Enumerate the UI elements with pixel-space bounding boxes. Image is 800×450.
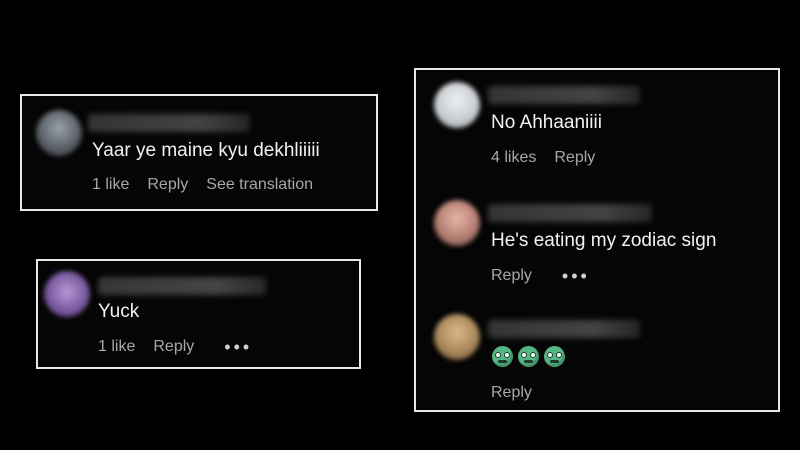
comment-card-1: Yaar ye maine kyu dekhliiiii 1 like Repl… — [20, 94, 378, 211]
comment-actions: Reply — [491, 384, 550, 402]
comment-actions: 1 like Reply See translation — [92, 176, 331, 194]
like-count[interactable]: 1 like — [92, 176, 129, 194]
avatar[interactable] — [36, 110, 82, 156]
comment-text: He's eating my zodiac sign — [491, 230, 717, 251]
comment-actions: 4 likes Reply — [491, 149, 613, 167]
reply-button[interactable]: Reply — [153, 338, 194, 356]
comment-card-3: No Ahhaaniiii 4 likes Reply He's eating … — [414, 68, 780, 412]
comment-text: Yuck — [98, 301, 140, 322]
avatar[interactable] — [44, 271, 90, 317]
comment-text: No Ahhaaniiii — [491, 112, 602, 133]
comment-text: Yaar ye maine kyu dekhliiiii — [92, 140, 320, 161]
comment-actions: 1 like Reply ••• — [98, 338, 252, 356]
avatar[interactable] — [434, 82, 480, 128]
comment-emoji-row — [492, 346, 565, 367]
avatar[interactable] — [434, 314, 480, 360]
more-options-icon[interactable]: ••• — [562, 267, 590, 285]
nauseated-face-icon — [518, 346, 539, 367]
reply-button[interactable]: Reply — [554, 149, 595, 167]
like-count[interactable]: 1 like — [98, 338, 135, 356]
nauseated-face-icon — [492, 346, 513, 367]
reply-button[interactable]: Reply — [491, 384, 532, 402]
reply-button[interactable]: Reply — [491, 267, 532, 285]
like-count[interactable]: 4 likes — [491, 149, 536, 167]
comment-actions: Reply ••• — [491, 267, 590, 285]
more-options-icon[interactable]: ••• — [224, 338, 252, 356]
username-blurred[interactable] — [488, 86, 640, 104]
nauseated-face-icon — [544, 346, 565, 367]
comment-card-2: Yuck 1 like Reply ••• — [36, 259, 361, 369]
see-translation-link[interactable]: See translation — [206, 176, 313, 194]
username-blurred[interactable] — [88, 114, 250, 132]
avatar[interactable] — [434, 200, 480, 246]
username-blurred[interactable] — [488, 320, 640, 338]
reply-button[interactable]: Reply — [147, 176, 188, 194]
username-blurred[interactable] — [488, 204, 652, 222]
username-blurred[interactable] — [98, 277, 266, 295]
